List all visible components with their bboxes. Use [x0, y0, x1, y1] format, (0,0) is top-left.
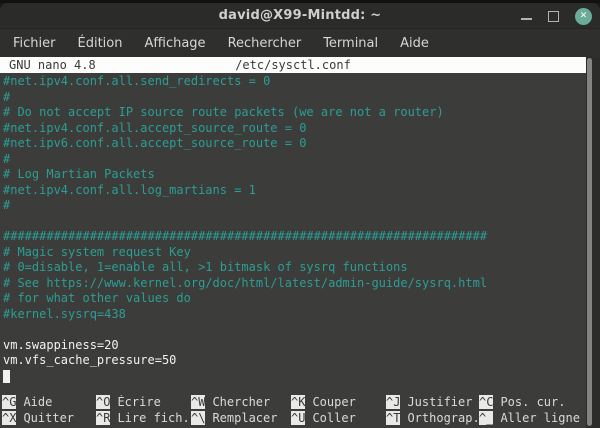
terminal-window: david@X99-Mintdd: ~ ✕ Fichier Édition Af…	[0, 3, 600, 428]
menu-affichage[interactable]: Affichage	[133, 32, 216, 55]
buffer-line[interactable]: #	[3, 152, 600, 168]
buffer-line[interactable]: #kernel.sysrq=438	[3, 307, 600, 323]
shortcut-label: Écrire	[110, 395, 160, 409]
menu-rechercher[interactable]: Rechercher	[217, 32, 313, 55]
nano-shortcut-bar: ^GAide ^OÉcrire ^WChercher ^KCouper ^JJu…	[2, 395, 586, 427]
buffer-line[interactable]: ########################################…	[3, 229, 600, 245]
shortcut-label: Quitter	[16, 411, 74, 425]
shortcut-spell: ^TOrthograp.	[386, 411, 479, 427]
buffer-line[interactable]: # See https://www.kernel.org/doc/html/la…	[3, 276, 600, 292]
menu-edition[interactable]: Édition	[67, 32, 134, 55]
shortcut-label: Justifier	[400, 395, 472, 409]
shortcut-label: Chercher	[205, 395, 270, 409]
shortcut-cut: ^KCouper	[291, 395, 386, 411]
shortcut-paste: ^UColler	[291, 411, 386, 427]
buffer-line[interactable]: # for what other values do	[3, 291, 600, 307]
buffer-line[interactable]	[3, 322, 600, 338]
shortcut-search: ^WChercher	[191, 395, 291, 411]
window-title: david@X99-Mintdd: ~	[219, 8, 382, 23]
shortcut-key: ^U	[291, 411, 305, 425]
shortcut-justify: ^JJustifier	[386, 395, 479, 411]
buffer-line[interactable]: #net.ipv4.conf.all.log_martians = 1	[3, 183, 600, 199]
shortcut-label: Coller	[305, 411, 355, 425]
shortcut-label: Couper	[305, 395, 355, 409]
window-controls: ✕	[521, 3, 592, 29]
scrollbar-track[interactable]	[586, 57, 600, 428]
shortcut-writeout: ^OÉcrire	[96, 395, 191, 411]
shortcut-key: ^T	[386, 411, 400, 425]
close-icon: ✕	[580, 12, 588, 21]
shortcut-exit: ^XQuitter	[2, 411, 96, 427]
close-button[interactable]: ✕	[575, 8, 592, 25]
buffer-line[interactable]: vm.vfs_cache_pressure=50	[3, 353, 600, 369]
menu-terminal[interactable]: Terminal	[312, 32, 389, 55]
shortcut-key: ^K	[291, 395, 305, 409]
shortcut-key: ^_	[479, 411, 493, 425]
shortcut-key: ^G	[2, 395, 16, 409]
scrollbar-thumb[interactable]	[587, 58, 592, 426]
menu-aide[interactable]: Aide	[389, 32, 440, 55]
text-cursor	[3, 370, 10, 383]
buffer-line[interactable]: # Log Martian Packets	[3, 167, 600, 183]
buffer-line[interactable]: # 0=disable, 1=enable all, >1 bitmask of…	[3, 260, 600, 276]
shortcut-replace: ^\Remplacer	[191, 411, 291, 427]
shortcut-key: ^X	[2, 411, 16, 425]
buffer-line[interactable]: #	[3, 90, 600, 106]
shortcut-gotoline: ^_Aller ligne	[479, 411, 586, 427]
shortcut-label: Aller ligne	[493, 411, 579, 425]
shortcut-label: Remplacer	[205, 411, 277, 425]
buffer-line[interactable]: #net.ipv4.conf.all.accept_source_route =…	[3, 121, 600, 137]
buffer-line[interactable]: # Magic system request Key	[3, 245, 600, 261]
shortcut-readfile: ^RLire fich.	[96, 411, 191, 427]
maximize-button[interactable]	[548, 11, 559, 22]
buffer-line[interactable]: #	[3, 198, 600, 214]
nano-file-path: /etc/sysctl.conf	[0, 57, 586, 73]
menubar: Fichier Édition Affichage Rechercher Ter…	[0, 29, 600, 57]
shortcut-key: ^C	[479, 395, 493, 409]
buffer-line[interactable]: # Do not accept IP source route packets …	[3, 105, 600, 121]
shortcut-key: ^R	[96, 411, 110, 425]
shortcut-label: Lire fich.	[110, 411, 189, 425]
shortcut-key: ^\	[191, 411, 205, 425]
nano-titlebar: GNU nano 4.8 /etc/sysctl.conf	[0, 57, 586, 73]
shortcut-label: Aide	[16, 395, 52, 409]
buffer-line[interactable]: #net.ipv4.conf.all.send_redirects = 0	[3, 74, 600, 90]
buffer-line[interactable]: vm.swappiness=20	[3, 338, 600, 354]
titlebar[interactable]: david@X99-Mintdd: ~ ✕	[0, 3, 600, 29]
menu-fichier[interactable]: Fichier	[2, 32, 67, 55]
buffer-line[interactable]: #net.ipv6.conf.all.accept_source_route =…	[3, 136, 600, 152]
buffer-line-cursor[interactable]	[3, 369, 600, 385]
editor-buffer[interactable]: #net.ipv4.conf.all.send_redirects = 0 # …	[0, 73, 600, 384]
shortcut-key: ^O	[96, 395, 110, 409]
terminal-content[interactable]: GNU nano 4.8 /etc/sysctl.conf #net.ipv4.…	[0, 57, 600, 428]
shortcut-key: ^W	[191, 395, 205, 409]
buffer-line[interactable]	[3, 214, 600, 230]
shortcut-curpos: ^CPos. cur.	[479, 395, 586, 411]
shortcut-label: Orthograp.	[400, 411, 479, 425]
shortcut-label: Pos. cur.	[493, 395, 565, 409]
minimize-button[interactable]	[521, 3, 532, 29]
shortcut-key: ^J	[386, 395, 400, 409]
shortcut-help: ^GAide	[2, 395, 96, 411]
